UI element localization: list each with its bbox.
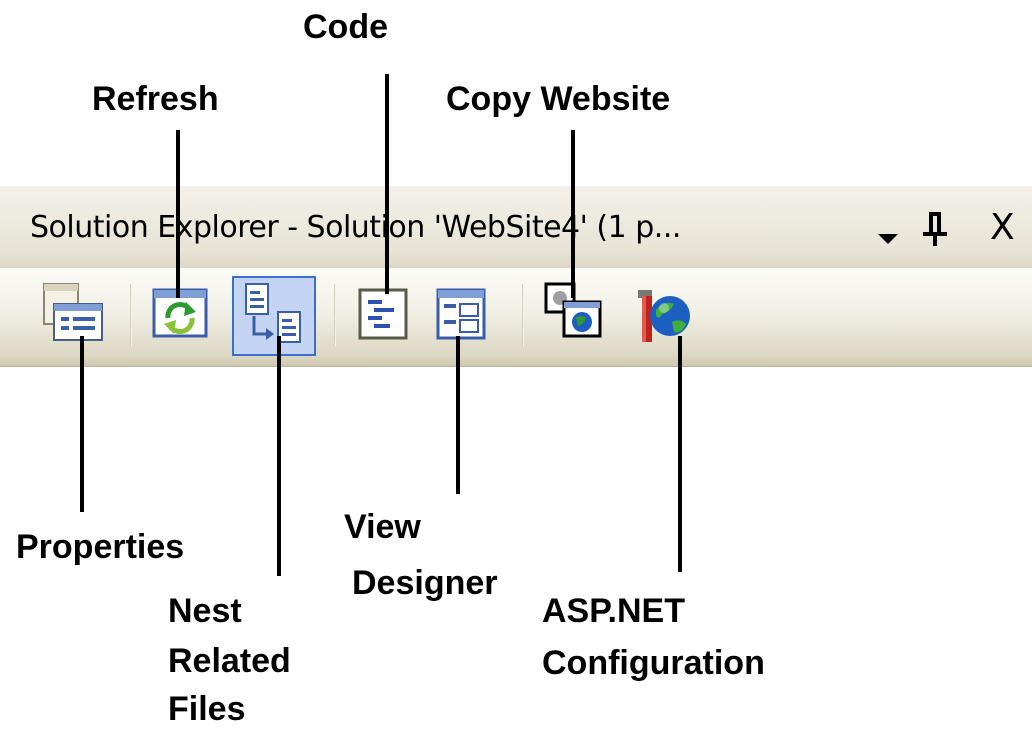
window-title: Solution Explorer - Solution 'WebSite4' … <box>30 210 681 245</box>
nest-callout-line1: Nest <box>168 592 242 630</box>
aspnet-callout-line2: Configuration <box>542 644 765 682</box>
view-designer-callout-line2: Designer <box>352 564 498 602</box>
properties-callout: Properties <box>16 528 185 566</box>
properties-leader-line <box>80 336 84 512</box>
nest-leader-line <box>277 336 281 576</box>
code-callout: Code <box>303 8 388 46</box>
copy-website-icon <box>544 282 602 338</box>
aspnet-configuration-icon <box>638 290 690 342</box>
copy-website-button[interactable] <box>534 276 618 356</box>
view-designer-button[interactable] <box>420 276 504 356</box>
refresh-button[interactable] <box>140 276 224 356</box>
nest-callout-line3: Files <box>168 690 246 728</box>
view-designer-leader-line <box>456 336 460 494</box>
close-icon[interactable]: X <box>990 206 1015 250</box>
view-designer-callout-line1: View <box>344 508 421 546</box>
refresh-callout: Refresh <box>92 80 219 118</box>
copy-website-callout: Copy Website <box>446 80 671 118</box>
aspnet-callout-line1: ASP.NET <box>542 592 685 630</box>
chevron-down-icon[interactable] <box>874 224 902 248</box>
code-leader-line <box>385 74 389 294</box>
refresh-leader-line <box>176 130 180 298</box>
nest-related-files-button[interactable] <box>232 276 316 356</box>
toolbar-separator <box>334 284 336 346</box>
nest-related-files-icon <box>245 283 301 343</box>
refresh-icon <box>152 288 208 338</box>
properties-icon <box>43 283 103 341</box>
pin-icon[interactable] <box>920 210 950 248</box>
properties-button[interactable] <box>36 276 120 356</box>
nest-callout-line2: Related <box>168 642 291 680</box>
toolbar-separator <box>522 284 524 346</box>
aspnet-leader-line <box>678 336 682 572</box>
toolbar-separator <box>130 284 132 346</box>
view-designer-icon <box>436 288 486 340</box>
aspnet-configuration-button[interactable] <box>620 276 704 356</box>
copy-website-leader-line <box>571 130 575 298</box>
